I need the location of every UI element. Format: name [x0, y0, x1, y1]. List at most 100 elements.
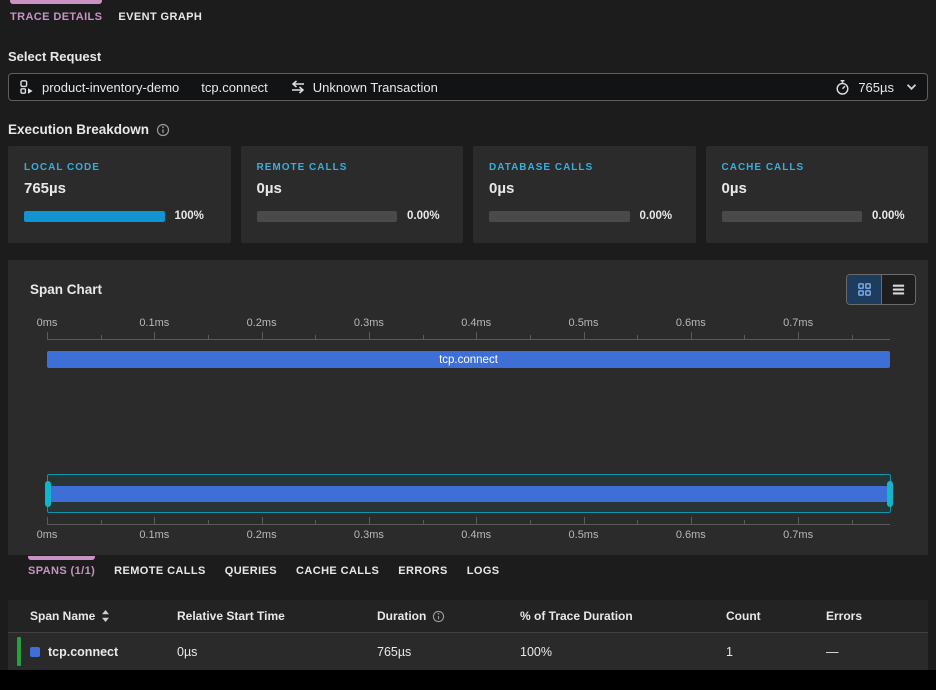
axis-minor-tick: [744, 335, 746, 339]
tab-queries[interactable]: QUERIES: [225, 556, 277, 577]
axis-tick-label: 0.5ms: [568, 317, 599, 329]
axis-tick-label: 0.6ms: [675, 317, 706, 329]
axis-minor-tick: [529, 520, 531, 524]
cell-pct-of-trace: 100%: [520, 644, 552, 659]
spans-table-header: Span Name Relative Start Time Duration %…: [8, 600, 928, 633]
info-icon[interactable]: [156, 123, 170, 137]
execution-breakdown-heading: Execution Breakdown: [8, 122, 936, 137]
axis-tick-label: 0.4ms: [461, 529, 492, 541]
span-color-swatch: [30, 646, 40, 657]
axis-tick: [798, 517, 800, 524]
request-duration: 765µs: [834, 79, 917, 96]
axis-minor-tick: [637, 335, 639, 339]
card-value: 0µs: [256, 180, 282, 197]
column-duration: Duration: [377, 609, 520, 623]
spans-tab-bar: SPANS (1/1) REMOTE CALLS QUERIES CACHE C…: [0, 556, 936, 577]
axis-tick: [476, 517, 478, 524]
span-chart-time-axis: 0ms 0.1ms 0.2ms 0.3ms 0.4ms 0.5ms 0.6ms 0.7ms: [37, 317, 890, 340]
axis-minor-tick: [100, 520, 102, 524]
axis-tick: [476, 332, 478, 339]
table-row-tcp-connect[interactable]: tcp.connect 0µs 765µs 100% 1 —: [8, 633, 928, 670]
timer-icon: [834, 79, 851, 96]
progress-fill: [24, 210, 165, 222]
axis-tick: [690, 332, 692, 339]
tab-remote-calls[interactable]: REMOTE CALLS: [114, 556, 206, 577]
progress-percent: 0.00%: [639, 210, 673, 222]
axis-tick: [368, 332, 370, 339]
progress-track: [256, 210, 397, 222]
column-span-name[interactable]: Span Name: [30, 609, 177, 623]
grid-view-button[interactable]: [847, 275, 881, 304]
axis-tick: [47, 332, 48, 339]
progress-track: [24, 210, 165, 222]
axis-tick-label: 0.7ms: [783, 529, 814, 541]
axis-minor-tick: [207, 335, 209, 339]
span-bar-tcp-connect[interactable]: tcp.connect: [47, 351, 890, 368]
spans-table: Span Name Relative Start Time Duration %…: [8, 600, 928, 670]
axis-tick-label: 0.2ms: [246, 529, 277, 541]
trace-duration-value: 765µs: [858, 79, 894, 95]
card-label: LOCAL CODE: [24, 162, 100, 173]
list-view-icon: [891, 282, 906, 297]
select-request-heading: Select Request: [8, 49, 102, 64]
tab-cache-calls[interactable]: CACHE CALLS: [296, 556, 379, 577]
sort-icon[interactable]: [101, 609, 110, 623]
list-view-button[interactable]: [881, 275, 915, 304]
brush-handle-right[interactable]: [887, 480, 893, 507]
card-progress: 0.00%: [721, 210, 913, 222]
axis-minor-tick: [851, 335, 853, 339]
minimap-span-bar: [51, 485, 887, 502]
heading-text: Execution Breakdown: [8, 122, 150, 137]
progress-percent: 0.00%: [872, 210, 905, 222]
tab-label: ERRORS: [398, 565, 448, 577]
brush-selection[interactable]: [45, 474, 893, 513]
progress-percent: 0.00%: [407, 210, 440, 222]
axis-tick-label: 0ms: [36, 529, 58, 541]
tab-errors[interactable]: ERRORS: [398, 556, 447, 577]
tab-trace-details[interactable]: TRACE DETAILS: [10, 0, 103, 23]
span-chart-title: Span Chart: [30, 282, 103, 297]
tab-label: TRACE DETAILS: [10, 11, 103, 23]
axis-tick: [261, 517, 263, 524]
card-label: DATABASE CALLS: [489, 162, 594, 173]
axis-tick: [583, 332, 585, 339]
view-toggle: [846, 274, 916, 305]
axis-tick-label: 0.5ms: [568, 529, 599, 541]
card-database-calls: DATABASE CALLS 0µs 0.00%: [473, 146, 696, 243]
axis-minor-tick: [207, 520, 209, 524]
axis-tick-label: 0.3ms: [353, 529, 384, 541]
brush-handle-left[interactable]: [45, 480, 51, 507]
service-icon: [19, 79, 35, 95]
span-chart-minimap: [45, 474, 893, 513]
info-icon[interactable]: [432, 610, 445, 623]
span-chart-header: Span Chart: [8, 260, 928, 305]
axis-minor-tick: [315, 520, 317, 524]
tab-label: QUERIES: [224, 565, 278, 577]
card-label: CACHE CALLS: [721, 162, 805, 173]
tab-event-graph[interactable]: EVENT GRAPH: [118, 0, 202, 23]
cell-duration: 765µs: [377, 644, 412, 659]
card-progress: 0.00%: [256, 210, 448, 222]
span-chart-empty-area: [8, 368, 928, 474]
card-cache-calls: CACHE CALLS 0µs 0.00%: [705, 146, 928, 243]
execution-breakdown-cards: LOCAL CODE 765µs 100% REMOTE CALLS 0µs 0…: [8, 146, 928, 243]
axis-tick: [798, 332, 800, 339]
tab-spans[interactable]: SPANS (1/1): [28, 556, 96, 577]
card-value: 0µs: [489, 180, 515, 197]
tab-label: LOGS: [466, 565, 500, 577]
axis-minor-tick: [422, 520, 424, 524]
axis-minor-tick: [100, 335, 102, 339]
minimap-time-axis: 0ms 0.1ms 0.2ms 0.3ms 0.4ms 0.5ms 0.6ms 0.7ms: [37, 517, 890, 545]
cell-relative-start-time: 0µs: [177, 644, 198, 659]
cell-errors: —: [826, 644, 839, 659]
card-label: REMOTE CALLS: [256, 162, 348, 173]
transaction-name: Unknown Transaction: [312, 79, 438, 95]
axis-minor-tick: [637, 520, 639, 524]
card-remote-calls: REMOTE CALLS 0µs 0.00%: [240, 146, 463, 243]
request-select[interactable]: product-inventory-demo tcp.connect Unkno…: [8, 73, 928, 101]
column-errors: Errors: [826, 609, 928, 623]
axis-tick-label: 0.2ms: [246, 317, 277, 329]
tab-logs[interactable]: LOGS: [467, 556, 500, 577]
card-progress: 0.00%: [489, 210, 680, 222]
axis-tick: [154, 517, 156, 524]
